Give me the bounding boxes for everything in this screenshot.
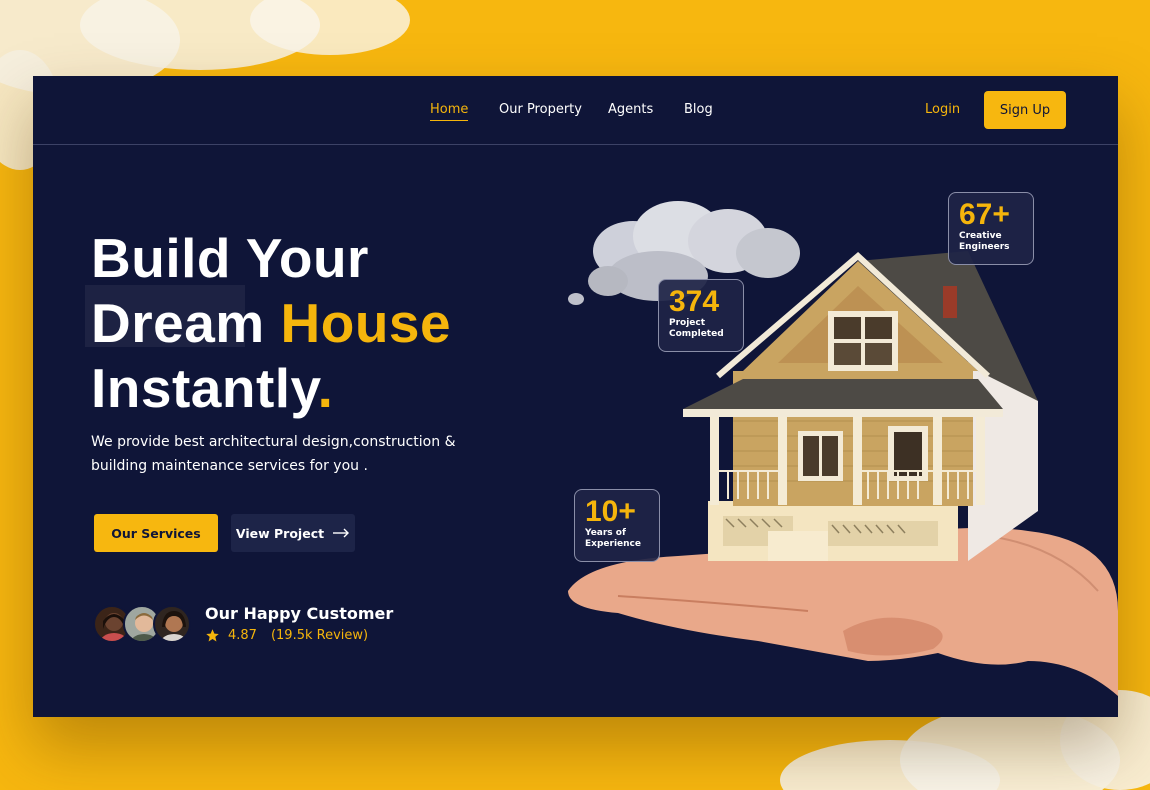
headline-line-1: Build Your	[91, 227, 369, 289]
view-project-label: View Project	[235, 525, 325, 541]
headline-line-2: Dream House	[91, 291, 451, 356]
sign-up-button[interactable]: Sign Up	[984, 91, 1066, 129]
rating-value: 4.87	[228, 628, 257, 643]
stat-value: 374	[669, 285, 720, 318]
stat-card-experience: 10+ Years of Experience	[574, 489, 660, 562]
view-project-button[interactable]: View Project	[231, 514, 355, 552]
login-link[interactable]: Login	[925, 102, 960, 117]
headline-word-instantly: Instantly	[91, 357, 318, 419]
stat-label: Creative Engineers	[959, 231, 1010, 252]
avatar	[153, 605, 191, 643]
stat-label: Years of Experience	[585, 528, 641, 549]
headline-line-3: Instantly.	[91, 356, 451, 421]
nav-our-property[interactable]: Our Property	[499, 102, 582, 117]
stat-value: 10+	[585, 495, 636, 528]
rating-row: 4.87 (19.5k Review)	[205, 628, 368, 643]
review-count: (19.5k Review)	[270, 628, 369, 643]
star-icon	[206, 629, 219, 642]
stat-card-projects: 374 Project Completed	[658, 279, 744, 352]
stat-label: Project Completed	[669, 318, 724, 339]
stat-card-engineers: 67+ Creative Engineers	[948, 192, 1034, 265]
hero-headline: Build Your Dream House Instantly.	[91, 226, 451, 421]
landing-page-panel: Home Our Property Agents Blog Login Sign…	[33, 76, 1118, 717]
our-services-button[interactable]: Our Services	[94, 514, 218, 552]
happy-customer-title: Our Happy Customer	[205, 604, 394, 623]
arrow-right-icon	[333, 528, 350, 538]
stat-value: 67+	[959, 198, 1010, 231]
top-navigation: Home Our Property Agents Blog Login Sign…	[33, 76, 1118, 145]
house-on-hand-illustration	[568, 201, 1118, 696]
hero-subtext: We provide best architectural design,con…	[91, 434, 456, 474]
headline-word-house: House	[280, 292, 452, 354]
headline-dot: .	[317, 357, 334, 419]
nav-home[interactable]: Home	[430, 102, 469, 121]
customer-avatars	[93, 605, 193, 645]
headline-word-dream: Dream	[91, 292, 265, 354]
nav-blog[interactable]: Blog	[684, 102, 713, 117]
nav-agents[interactable]: Agents	[608, 102, 653, 117]
